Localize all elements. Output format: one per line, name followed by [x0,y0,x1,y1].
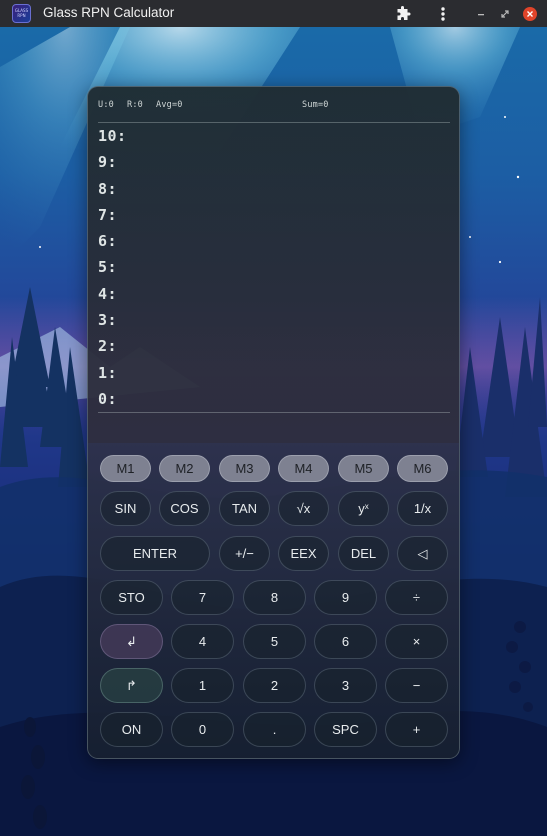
m2-button[interactable]: M2 [159,455,210,482]
cos-button[interactable]: COS [159,491,210,526]
keypad: M1 M2 M3 M4 M5 M6 SIN COS TAN √x yx 1/x … [88,443,459,758]
sqrt-button[interactable]: √x [278,491,329,526]
more-vert-icon[interactable] [432,3,454,25]
digit-9-button[interactable]: 9 [314,580,377,615]
divide-button[interactable]: ÷ [385,580,448,615]
power-button[interactable]: yx [338,491,389,526]
stack-row-10: 10: [98,127,127,145]
m6-button[interactable]: M6 [397,455,448,482]
on-button[interactable]: ON [100,712,163,747]
display-bottom-divider [98,412,450,413]
stack-row-6: 6: [98,232,118,251]
restore-icon[interactable] [494,3,516,25]
m3-button[interactable]: M3 [219,455,270,482]
minimize-icon[interactable] [470,3,492,25]
calculator-panel: U:0 R:0 Avg=0 Sum=0 10: 9: 8: 7: 6: 5: 4… [87,86,460,759]
title-bar: GLASS RPN Glass RPN Calculator [0,0,547,27]
digit-5-button[interactable]: 5 [243,624,306,659]
digit-0-button[interactable]: 0 [171,712,234,747]
stack-row-9: 9: [98,153,118,172]
m4-button[interactable]: M4 [278,455,329,482]
sto-button[interactable]: STO [100,580,163,615]
backspace-button[interactable]: ◁ [397,536,448,571]
enter-button[interactable]: ENTER [100,536,210,571]
space-button[interactable]: SPC [314,712,377,747]
stack-row-3: 3: [98,311,118,330]
del-button[interactable]: DEL [338,536,389,571]
stack-row-1: 1: [98,363,118,382]
stack-row-5: 5: [98,258,118,277]
negate-button[interactable]: +/− [219,536,270,571]
digit-4-button[interactable]: 4 [171,624,234,659]
stack-row-8: 8: [98,179,118,198]
multiply-button[interactable]: × [385,624,448,659]
stack-row-2: 2: [98,337,118,356]
digit-3-button[interactable]: 3 [314,668,377,703]
shift-left-button[interactable]: ↲ [100,624,163,659]
subtract-button[interactable]: − [385,668,448,703]
decimal-point-button[interactable]: . [243,712,306,747]
window-title: Glass RPN Calculator [43,5,175,20]
average-value: Avg=0 [156,100,183,110]
tan-button[interactable]: TAN [219,491,270,526]
power-button-exponent: x [364,502,369,511]
display-top-divider [98,122,450,123]
m5-button[interactable]: M5 [338,455,389,482]
reciprocal-button[interactable]: 1/x [397,491,448,526]
add-button[interactable]: + [385,712,448,747]
redo-count: R:0 [127,100,143,110]
stack-register-list: 10: 9: 8: 7: 6: 5: 4: 3: 2: 1: 0: [98,127,127,416]
undo-count: U:0 [98,100,114,110]
digit-8-button[interactable]: 8 [243,580,306,615]
status-line: U:0 R:0 Avg=0 Sum=0 [98,100,450,112]
sum-value: Sum=0 [302,100,329,110]
sin-button[interactable]: SIN [100,491,151,526]
app-icon: GLASS RPN [12,4,31,23]
m1-button[interactable]: M1 [100,455,151,482]
stack-row-4: 4: [98,284,118,303]
digit-1-button[interactable]: 1 [171,668,234,703]
puzzle-icon[interactable] [392,3,414,25]
digit-2-button[interactable]: 2 [243,668,306,703]
calculator-display: U:0 R:0 Avg=0 Sum=0 10: 9: 8: 7: 6: 5: 4… [88,87,459,443]
shift-right-button[interactable]: ↱ [100,668,163,703]
eex-button[interactable]: EEX [278,536,329,571]
digit-7-button[interactable]: 7 [171,580,234,615]
stack-row-7: 7: [98,205,118,224]
digit-6-button[interactable]: 6 [314,624,377,659]
close-icon[interactable] [523,7,537,21]
